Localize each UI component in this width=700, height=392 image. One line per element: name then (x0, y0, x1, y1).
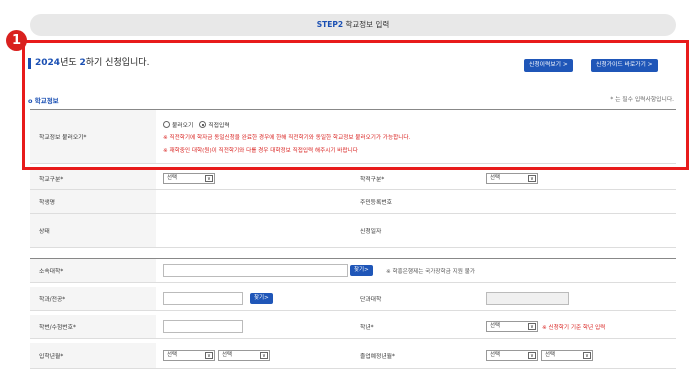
student-id-input[interactable] (163, 320, 243, 333)
chevron-down-icon: ∨ (528, 175, 536, 182)
radio-direct[interactable] (199, 121, 207, 128)
graduation-year-select[interactable]: 선택 ∨ (486, 350, 538, 361)
student-id-label: 학번/수험번호* (30, 315, 156, 338)
university-note: ※ 학흥은행제는 국가장학금 지원 불가 (386, 269, 475, 275)
grade-label: 학년* (360, 325, 374, 331)
college-label: 단과대학 (360, 297, 382, 303)
step-bar: STEP2 학교정보 입력 (30, 14, 676, 36)
admission-month-select[interactable]: 선택 ∨ (218, 350, 270, 361)
admission-row: 입학년월* 선택 ∨ 선택 ∨ 졸업예정년월* 선택 ∨ 선택 ∨ (30, 343, 676, 369)
major-input[interactable] (163, 292, 243, 305)
graduation-month-select[interactable]: 선택 ∨ (541, 350, 593, 361)
student-name-row: 학생명 주민등록번호 (30, 190, 676, 214)
chevron-down-icon: ∨ (205, 175, 213, 182)
status-label: 상태 (30, 214, 156, 247)
chevron-down-icon: ∨ (583, 352, 591, 359)
university-row: 소속대학* 찾기> ※ 학흥은행제는 국가장학금 지원 불가 (30, 259, 676, 283)
enroll-type-select[interactable]: 선택 ∨ (486, 173, 538, 184)
college-input (486, 292, 569, 305)
load-note-1: ※ 직전학기에 학자금 동일신청을 완료한 경우에 한해 직전학기와 동일한 학… (163, 135, 411, 141)
step-number: STEP2 (316, 20, 344, 29)
guide-button[interactable]: 신청가이드 바로가기 > (591, 59, 658, 72)
section-title: o 학교정보 (28, 97, 59, 105)
radio-load[interactable] (163, 121, 170, 128)
grade-note: ※ 신청학기 기준 학년 입력 (542, 325, 606, 331)
university-input[interactable] (163, 264, 348, 277)
major-row: 학과/전공* 찾기> 단과대학 (30, 287, 676, 311)
student-name-label: 학생명 (30, 190, 156, 213)
major-search-button[interactable]: 찾기> (250, 293, 273, 304)
step-label: 학교정보 입력 (345, 20, 390, 29)
chevron-down-icon: ∨ (528, 352, 536, 359)
grade-select[interactable]: 선택 ∨ (486, 321, 538, 332)
load-radio-group: 불러오기 직접입력 (163, 120, 230, 129)
chevron-down-icon: ∨ (205, 352, 213, 359)
load-note-2: ※ 재학중인 대학(원)이 직전학기와 다를 경우 대학정보 직접입력 해주시기… (163, 148, 358, 154)
university-search-button[interactable]: 찾기> (350, 265, 373, 276)
admission-year-select[interactable]: 선택 ∨ (163, 350, 215, 361)
student-id-row: 학번/수험번호* 학년* 선택 ∨ ※ 신청학기 기준 학년 입력 (30, 315, 676, 339)
view-history-button[interactable]: 신청이력보기 > (524, 59, 573, 72)
status-row: 상태 신청일자 (30, 214, 676, 248)
university-label: 소속대학* (30, 259, 156, 282)
chevron-down-icon: ∨ (260, 352, 268, 359)
school-type-select[interactable]: 선택 ∨ (163, 173, 215, 184)
graduation-label: 졸업예정년월* (360, 354, 395, 360)
annotation-badge: 1 (6, 30, 27, 51)
school-type-label: 학교구분* (30, 168, 156, 189)
school-type-row: 학교구분* 선택 ∨ 학적구분* 선택 ∨ (30, 168, 676, 190)
major-label: 학과/전공* (30, 287, 156, 310)
admission-label: 입학년월* (30, 343, 156, 368)
apply-date-label: 신청일자 (360, 229, 382, 235)
chevron-down-icon: ∨ (528, 323, 536, 330)
required-note: * 는 필수 입력사항입니다. (610, 97, 674, 103)
load-school-label: 학교정보 불러오기* (30, 110, 156, 163)
load-school-row: 학교정보 불러오기* 불러오기 직접입력 ※ 직전학기에 학자금 동일신청을 완… (30, 110, 676, 164)
resident-no-label: 주민등록번호 (360, 200, 392, 206)
enroll-type-label: 학적구분* (360, 177, 385, 183)
page-title: 2024년도 2하기 신청입니다. (28, 58, 149, 69)
